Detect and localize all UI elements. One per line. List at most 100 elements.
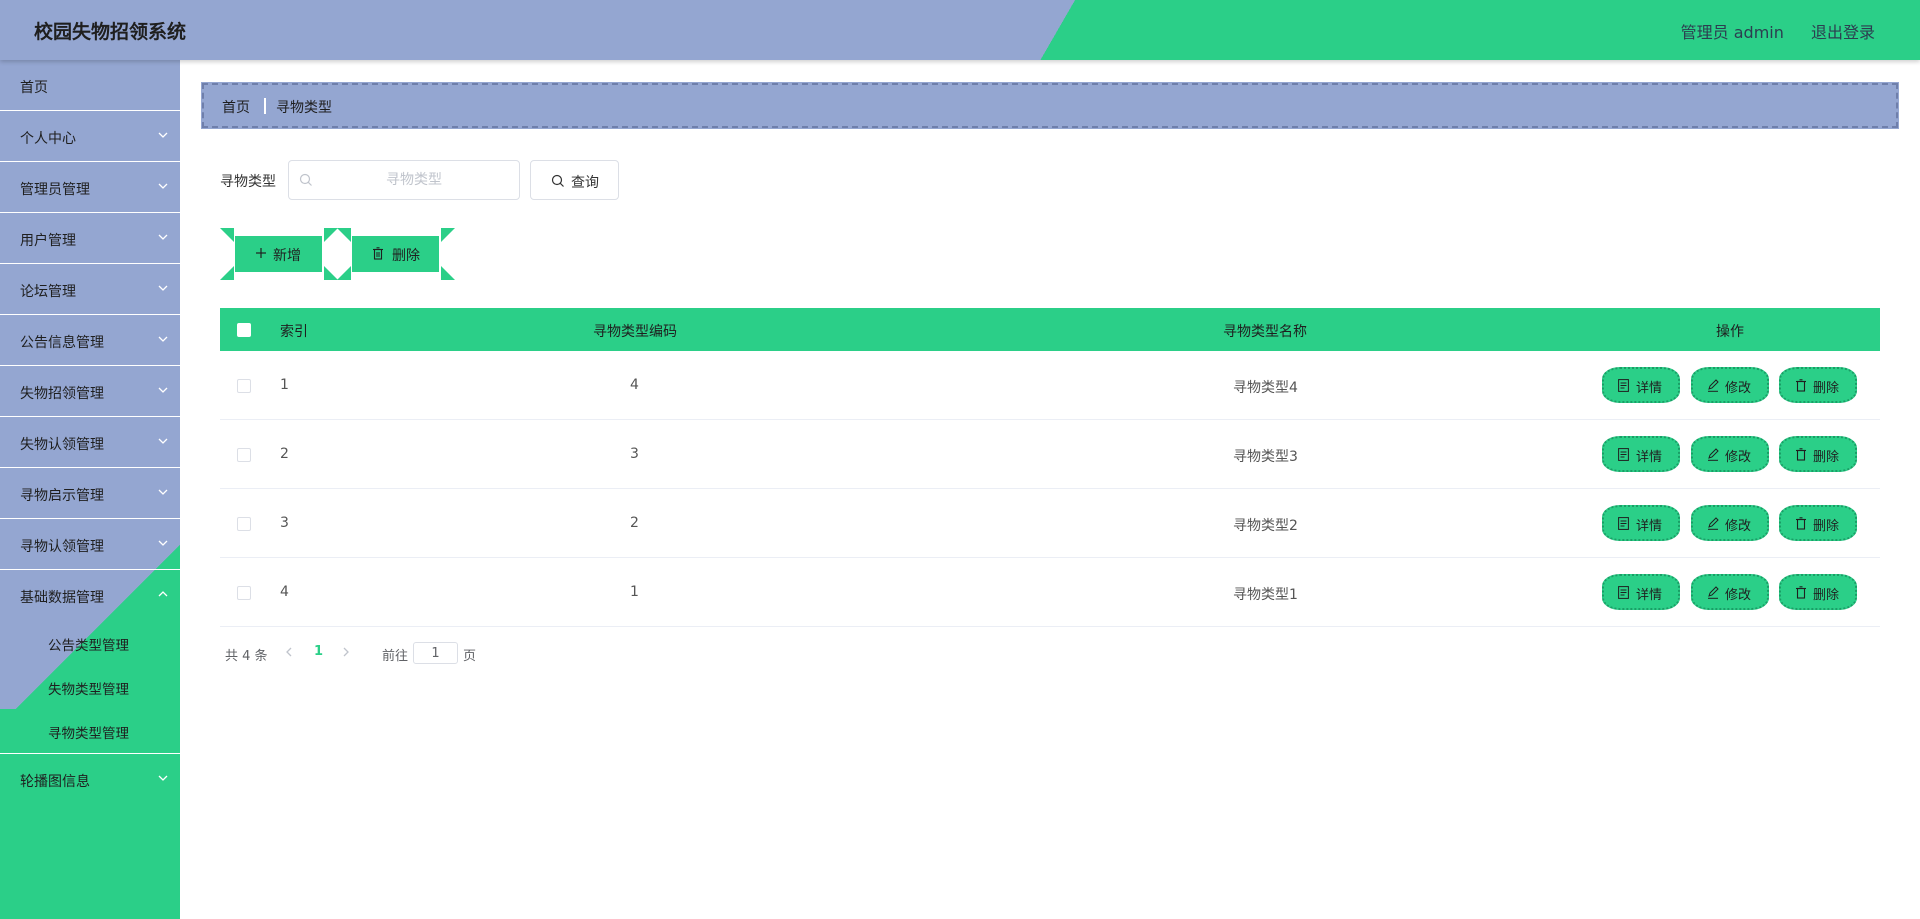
sidebar-subitem-label: 失物类型管理 (48, 682, 129, 698)
pagination-goto-input[interactable] (413, 642, 458, 664)
row-checkbox[interactable] (237, 586, 251, 600)
sidebar-item-lost-found-management[interactable]: 失物招领管理 (0, 366, 180, 417)
query-button-label: 查询 (571, 175, 599, 191)
sidebar-item-label: 公告信息管理 (20, 335, 104, 351)
sidebar-item-notice-management[interactable]: 公告信息管理 (0, 315, 180, 366)
add-button-corners (220, 228, 338, 280)
cell-index: 1 (280, 377, 289, 393)
row-delete-button-label: 删除 (1813, 381, 1840, 396)
row-checkbox[interactable] (237, 517, 251, 531)
detail-button[interactable]: 详情 (1602, 574, 1680, 610)
chevron-left-icon[interactable] (282, 644, 296, 660)
chevron-down-icon (158, 336, 168, 342)
sidebar-item-personal-center[interactable]: 个人中心 (0, 111, 180, 162)
detail-button[interactable]: 详情 (1602, 505, 1680, 541)
sidebar-item-admin-management[interactable]: 管理员管理 (0, 162, 180, 213)
pagination-total: 共 4 条 (225, 649, 268, 664)
cell-code: 3 (630, 446, 639, 462)
table-row: 1 4 寻物类型4 详情 修改 删除 (220, 351, 1880, 420)
breadcrumb-home[interactable]: 首页 (222, 97, 250, 117)
row-delete-button[interactable]: 删除 (1779, 436, 1857, 472)
sidebar-item-search-notice-management[interactable]: 寻物启示管理 (0, 468, 180, 519)
sidebar-item-label: 管理员管理 (20, 182, 90, 198)
trash-icon (1796, 379, 1806, 392)
sidebar-item-label: 寻物认领管理 (20, 539, 104, 555)
sidebar-item-search-claim-management[interactable]: 寻物认领管理 (0, 519, 180, 570)
search-icon (551, 174, 564, 187)
chevron-down-icon (158, 489, 168, 495)
sidebar-item-home[interactable]: 首页 (0, 60, 180, 111)
table-header: 索引 寻物类型编码 寻物类型名称 操作 (220, 308, 1880, 351)
chevron-down-icon (158, 183, 168, 189)
sidebar-item-user-management[interactable]: 用户管理 (0, 213, 180, 264)
search-input[interactable] (319, 167, 509, 193)
chevron-down-icon (158, 285, 168, 291)
sidebar-item-label: 失物招领管理 (20, 386, 104, 402)
column-header-ops: 操作 (1716, 324, 1744, 340)
sidebar-item-lost-claim-management[interactable]: 失物认领管理 (0, 417, 180, 468)
row-checkbox[interactable] (237, 379, 251, 393)
chevron-down-icon (158, 387, 168, 393)
chevron-right-icon[interactable] (339, 644, 353, 660)
document-icon (1618, 517, 1629, 530)
chevron-down-icon (158, 775, 168, 781)
breadcrumb-separator (264, 98, 266, 114)
chevron-down-icon (158, 540, 168, 546)
cell-name: 寻物类型1 (1233, 587, 1298, 603)
column-header-code: 寻物类型编码 (593, 324, 677, 340)
sidebar-item-label: 用户管理 (20, 233, 76, 249)
detail-button-label: 详情 (1636, 519, 1663, 534)
table-row: 4 1 寻物类型1 详情 修改 删除 (220, 558, 1880, 627)
edit-button[interactable]: 修改 (1691, 505, 1769, 541)
select-all-checkbox[interactable] (237, 323, 251, 337)
cell-index: 4 (280, 584, 289, 600)
sidebar-item-label: 首页 (20, 80, 48, 96)
document-icon (1618, 586, 1629, 599)
detail-button[interactable]: 详情 (1602, 367, 1680, 403)
top-header: 校园失物招领系统 管理员 admin 退出登录 (0, 0, 1920, 60)
row-delete-button[interactable]: 删除 (1779, 505, 1857, 541)
basic-data-submenu: 公告类型管理 失物类型管理 寻物类型管理 (0, 621, 180, 754)
row-delete-button[interactable]: 删除 (1779, 367, 1857, 403)
search-icon (299, 173, 312, 186)
document-icon (1618, 379, 1629, 392)
pagination-page-1[interactable]: 1 (314, 644, 323, 659)
trash-icon (1796, 517, 1806, 530)
sidebar-subitem-search-type[interactable]: 寻物类型管理 (0, 709, 180, 753)
sidebar: 首页 个人中心 管理员管理 用户管理 论坛管理 公告信息管理 失物招领管理 失物… (0, 60, 180, 919)
row-delete-button[interactable]: 删除 (1779, 574, 1857, 610)
search-label: 寻物类型 (220, 174, 276, 190)
edit-button[interactable]: 修改 (1691, 367, 1769, 403)
trash-icon (1796, 448, 1806, 461)
edit-button-label: 修改 (1725, 519, 1752, 534)
header-right: 管理员 admin 退出登录 (1659, 19, 1875, 43)
row-delete-button-label: 删除 (1813, 519, 1840, 534)
breadcrumb-current: 寻物类型 (276, 100, 332, 116)
cell-code: 2 (630, 515, 639, 531)
cell-code: 1 (630, 584, 639, 600)
edit-icon (1708, 448, 1719, 461)
chevron-down-icon (158, 132, 168, 138)
sidebar-item-forum-management[interactable]: 论坛管理 (0, 264, 180, 315)
query-button[interactable]: 查询 (530, 160, 619, 200)
detail-button[interactable]: 详情 (1602, 436, 1680, 472)
edit-button[interactable]: 修改 (1691, 436, 1769, 472)
sidebar-subitem-lost-type[interactable]: 失物类型管理 (0, 665, 180, 709)
pagination-goto-label: 前往 (382, 649, 409, 664)
edit-icon (1708, 517, 1719, 530)
breadcrumb: 首页 寻物类型 (201, 82, 1899, 129)
row-delete-button-label: 删除 (1813, 588, 1840, 603)
edit-button[interactable]: 修改 (1691, 574, 1769, 610)
row-checkbox[interactable] (237, 448, 251, 462)
data-table: 索引 寻物类型编码 寻物类型名称 操作 1 4 寻物类型4 详情 修改 删除 2… (220, 308, 1880, 627)
admin-label: 管理员 admin (1680, 23, 1784, 42)
logout-button[interactable]: 退出登录 (1811, 23, 1875, 42)
sidebar-item-basic-data-management[interactable]: 基础数据管理 (0, 570, 180, 621)
sidebar-subitem-notice-type[interactable]: 公告类型管理 (0, 621, 180, 665)
sidebar-item-label: 轮播图信息 (20, 774, 90, 790)
sidebar-item-carousel-info[interactable]: 轮播图信息 (0, 754, 180, 805)
sidebar-item-label: 基础数据管理 (20, 590, 104, 606)
row-delete-button-label: 删除 (1813, 450, 1840, 465)
search-box[interactable] (288, 160, 520, 200)
sidebar-item-label: 个人中心 (20, 131, 76, 147)
